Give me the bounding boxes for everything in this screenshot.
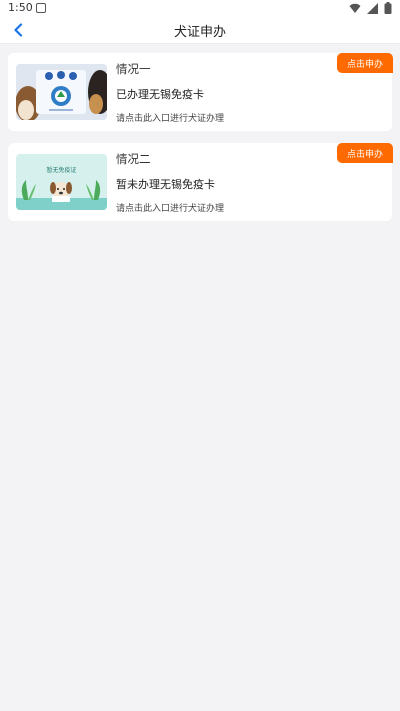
- status-icons: [349, 2, 392, 14]
- case-card-2[interactable]: 暂无免疫证 情况二 暂未办理无锡免疫卡 请点击此入口进行犬证办理 点击申办: [8, 143, 393, 221]
- image-label: 暂无免疫证: [46, 167, 77, 174]
- apply-button[interactable]: 点击申办: [337, 53, 393, 73]
- app-bar: 犬证申办: [0, 16, 400, 44]
- dog-illustration: 暂无免疫证: [16, 154, 107, 210]
- wifi-icon: [349, 3, 361, 13]
- battery-icon: [384, 2, 392, 14]
- card-hint: 请点击此入口进行犬证办理: [116, 203, 225, 214]
- notification-icon: [36, 3, 46, 13]
- page-title: 犬证申办: [173, 25, 226, 40]
- case-card-1[interactable]: 情况一 已办理无锡免疫卡 请点击此入口进行犬证办理 点击申办: [8, 53, 393, 131]
- status-bar: 1:50: [0, 0, 400, 16]
- signal-icon: [367, 2, 378, 14]
- card-status: 已办理无锡免疫卡: [116, 87, 204, 101]
- card-status: 暂未办理无锡免疫卡: [116, 177, 215, 191]
- card-text: 情况二 暂未办理无锡免疫卡 请点击此入口进行犬证办理: [116, 151, 224, 214]
- card-text: 情况一 已办理无锡免疫卡 请点击此入口进行犬证办理: [116, 61, 224, 124]
- apply-button[interactable]: 点击申办: [337, 143, 393, 163]
- card-hint: 请点击此入口进行犬证办理: [116, 113, 225, 124]
- dog-card-photo: [16, 64, 107, 120]
- card-list: 情况一 已办理无锡免疫卡 请点击此入口进行犬证办理 点击申办 暂无免疫证 情况二…: [0, 44, 400, 242]
- card-title: 情况二: [116, 151, 151, 166]
- status-time: 1:50: [8, 1, 33, 14]
- card-title: 情况一: [116, 61, 151, 76]
